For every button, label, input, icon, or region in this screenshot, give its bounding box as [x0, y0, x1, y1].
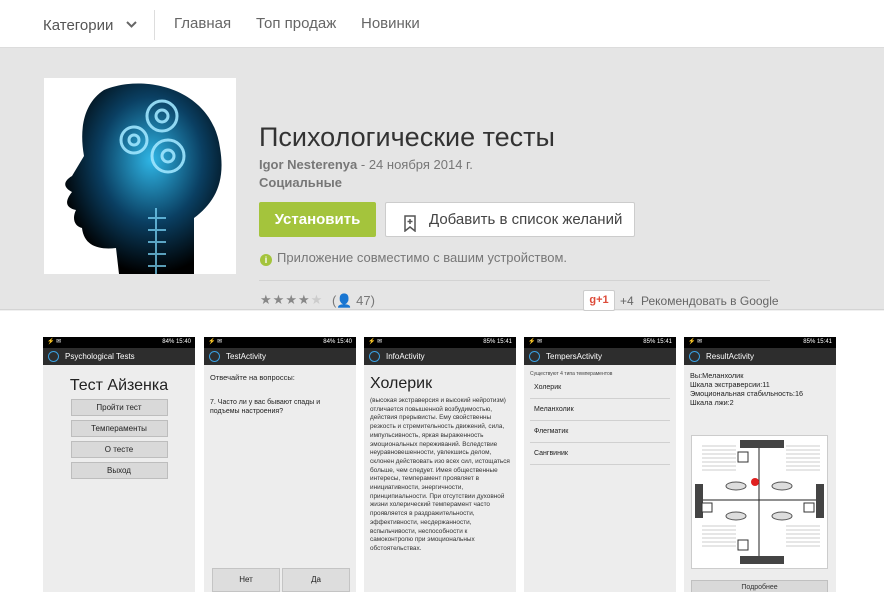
star-icon: ★ [297, 292, 311, 307]
result-line: Вы:Меланхолик [690, 371, 744, 380]
status-icons: ⚡ ✉ [688, 339, 703, 345]
install-button[interactable]: Установить [259, 202, 376, 237]
status-bar: ⚡ ✉ 85% 15:41 [364, 337, 516, 348]
rating-stars: ★★★★★ [260, 292, 323, 308]
test-question: 7. Часто ли у вас бывают спады и подъемы… [210, 399, 321, 415]
status-bar: ⚡ ✉ 85% 15:41 [524, 337, 676, 348]
release-date: 24 ноября 2014 г. [368, 157, 473, 172]
nav-link-new[interactable]: Новинки [361, 15, 420, 32]
star-icon: ★ [260, 292, 273, 307]
person-icon: 👤 [336, 293, 353, 308]
nav-link-home[interactable]: Главная [174, 15, 231, 32]
date-separator: - [357, 157, 369, 172]
screenshots-strip: ⚡ ✉ 84% 15:40 Psychological Tests Тест Ай… [0, 311, 884, 592]
list-item: Сангвиник [530, 443, 670, 465]
status-time: 85% 15:41 [643, 339, 672, 345]
menu-button: Выход [70, 462, 168, 479]
wishlist-label: Добавить в список желаний [429, 211, 623, 228]
gplus-label: +1 [596, 294, 609, 306]
screenshot-5[interactable]: ⚡ ✉ 85% 15:41 ResultActivity Вы:Меланхоли… [684, 337, 836, 592]
no-button: Нет [212, 568, 280, 592]
list-item: Холерик [530, 377, 670, 399]
status-bar: ⚡ ✉ 85% 15:41 [684, 337, 836, 348]
bookmark-plus-icon [404, 211, 416, 244]
compatibility-text: Приложение совместимо с вашим устройство… [277, 250, 568, 265]
star-empty-icon: ★ [310, 292, 324, 307]
top-nav: Категории Главная Топ продаж Новинки [0, 0, 884, 48]
star-icon: ★ [272, 292, 286, 307]
list-item: Меланхолик [530, 399, 670, 421]
app-logo-icon [209, 351, 220, 362]
screenshot-3[interactable]: ⚡ ✉ 85% 15:41 InfoActivity Холерик (высок… [364, 337, 516, 592]
star-icon: ★ [285, 292, 298, 307]
gplus-count: +4 [620, 294, 634, 308]
action-bar-title: TempersActivity [546, 352, 603, 361]
action-bar-title: InfoActivity [386, 352, 425, 361]
action-bar-title: TestActivity [226, 352, 267, 361]
result-line: Шкала лжи:2 [690, 398, 734, 407]
status-icons: ⚡ ✉ [528, 339, 543, 345]
nav-link-top-sales[interactable]: Топ продаж [256, 15, 336, 32]
app-logo-icon [48, 351, 59, 362]
status-icons: ⚡ ✉ [368, 339, 383, 345]
info-icon: i [260, 254, 272, 266]
more-button: Подробнее [691, 580, 828, 592]
screenshot-1[interactable]: ⚡ ✉ 84% 15:40 Psychological Tests Тест Ай… [43, 337, 195, 592]
nav-divider [154, 10, 155, 40]
compatibility-notice: i Приложение совместимо с вашим устройств… [260, 250, 567, 266]
gplus-button[interactable]: g+1 [583, 290, 615, 311]
result-line: Шкала экстраверсии:11 [690, 380, 770, 389]
status-time: 84% 15:40 [323, 339, 352, 345]
action-bar: TestActivity [204, 348, 356, 365]
app-logo-icon [689, 351, 700, 362]
developer-name[interactable]: Igor Nesterenya [259, 157, 357, 172]
yes-button: Да [282, 568, 350, 592]
action-bar: TempersActivity [524, 348, 676, 365]
app-logo-icon [529, 351, 540, 362]
menu-button: Темпераменты [70, 420, 168, 437]
status-icons: ⚡ ✉ [208, 339, 223, 345]
app-icon [44, 78, 236, 274]
status-bar: ⚡ ✉ 84% 15:40 [204, 337, 356, 348]
app-details-panel: Психологические тесты Igor Nesterenya - … [0, 48, 884, 311]
app-category[interactable]: Социальные [259, 175, 342, 190]
screenshot-2[interactable]: ⚡ ✉ 84% 15:40 TestActivity Отвечайте на в… [204, 337, 356, 592]
gplus-recommend-text: Рекомендовать в Google [641, 294, 779, 308]
status-time: 85% 15:41 [803, 339, 832, 345]
action-bar: InfoActivity [364, 348, 516, 365]
menu-button: О тесте [70, 441, 168, 458]
hero-divider [259, 280, 770, 281]
chevron-down-icon [125, 15, 137, 32]
menu-button: Пройти тест [70, 399, 168, 416]
status-time: 85% 15:41 [483, 339, 512, 345]
app-title: Психологические тесты [259, 122, 555, 152]
categories-label: Категории [43, 17, 114, 34]
screenshot-4[interactable]: ⚡ ✉ 85% 15:41 TempersActivity Существуют … [524, 337, 676, 592]
result-line: Эмоциональная стабильность:16 [690, 389, 804, 398]
screen-heading: Тест Айзенка [69, 377, 169, 394]
test-prompt: Отвечайте на вопроссы: [210, 373, 295, 382]
temperament-description: (высокая экстраверсия и высокий нейротиз… [370, 397, 510, 552]
action-bar-title: ResultActivity [706, 352, 755, 361]
status-icons: ⚡ ✉ [47, 339, 62, 345]
wishlist-button[interactable]: Добавить в список желаний [385, 202, 635, 237]
temperament-heading: Холерик [370, 375, 433, 392]
action-bar-title: Psychological Tests [65, 352, 135, 361]
developer-line: Igor Nesterenya - 24 ноября 2014 г. [259, 157, 473, 172]
action-bar: Psychological Tests [43, 348, 195, 365]
temperament-circle-diagram [691, 435, 828, 569]
rating-count-value: 47 [356, 293, 371, 308]
app-logo-icon [369, 351, 380, 362]
status-bar: ⚡ ✉ 84% 15:40 [43, 337, 195, 348]
status-time: 84% 15:40 [162, 339, 191, 345]
action-bar: ResultActivity [684, 348, 836, 365]
rating-count: (👤 47) [332, 293, 375, 308]
list-item: Флегматик [530, 421, 670, 443]
categories-dropdown[interactable]: Категории [43, 15, 137, 34]
